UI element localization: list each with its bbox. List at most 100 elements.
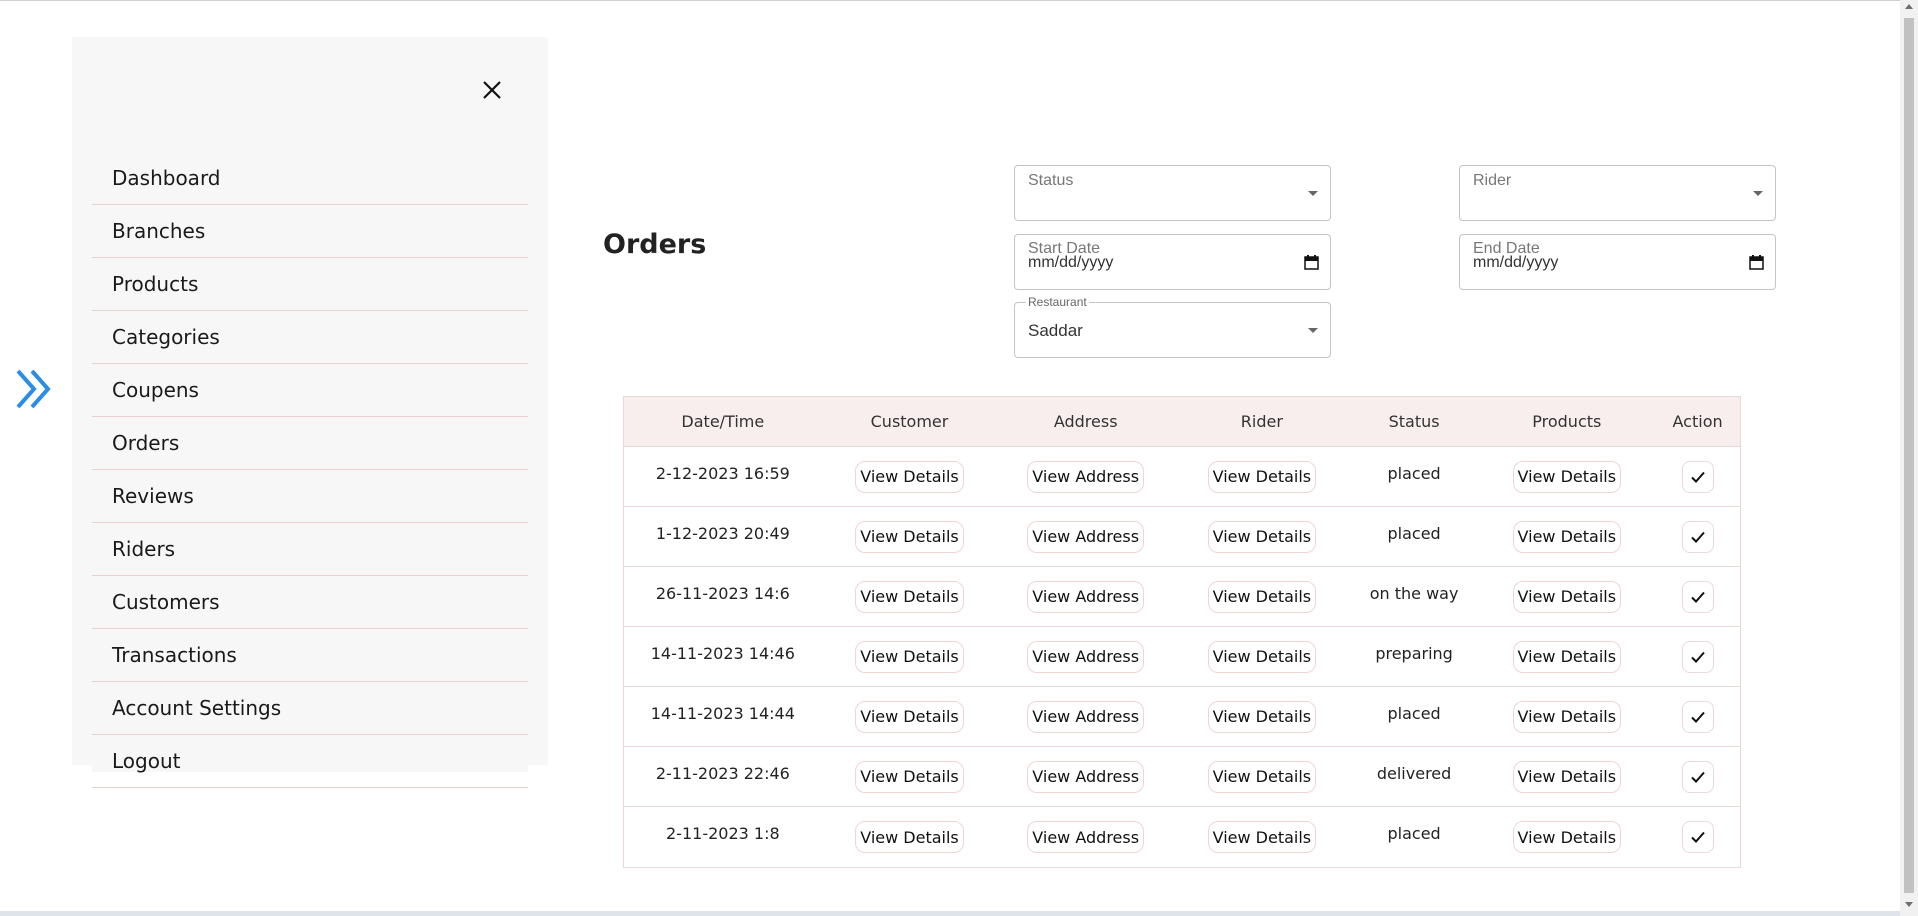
confirm-order-button[interactable] <box>1681 520 1714 553</box>
checkmark-icon <box>1690 471 1705 483</box>
cell-action <box>1655 567 1740 626</box>
view-products-details-button[interactable]: View Details <box>1512 700 1622 733</box>
view-customer-details-button[interactable]: View Details <box>855 760 964 793</box>
status-select[interactable]: Status <box>1014 165 1331 221</box>
view-products-details-button[interactable]: View Details <box>1512 520 1622 553</box>
view-address-button[interactable]: View Address <box>1027 460 1145 493</box>
table-row: 14-11-2023 14:46 View Details View Addre… <box>624 627 1740 687</box>
confirm-order-button[interactable] <box>1681 821 1714 853</box>
view-address-button[interactable]: View Address <box>1027 821 1145 853</box>
cell-address: View Address <box>997 687 1174 746</box>
cell-products: View Details <box>1478 447 1655 506</box>
view-rider-details-button[interactable]: View Details <box>1207 700 1317 733</box>
sidebar-item-customers[interactable]: Customers <box>92 576 528 629</box>
calendar-icon[interactable] <box>1304 255 1319 270</box>
end-date-input[interactable]: End Date mm/dd/yyyy <box>1459 234 1776 290</box>
confirm-order-button[interactable] <box>1681 640 1714 673</box>
view-rider-details-button[interactable]: View Details <box>1207 640 1317 673</box>
sidebar-item-dashboard[interactable]: Dashboard <box>92 151 528 205</box>
sidebar-item-products[interactable]: Products <box>92 258 528 311</box>
view-rider-details-button[interactable]: View Details <box>1207 460 1317 493</box>
close-sidebar-button[interactable] <box>476 74 508 106</box>
close-icon <box>483 81 501 99</box>
confirm-order-button[interactable] <box>1681 700 1714 733</box>
view-customer-details-button[interactable]: View Details <box>855 460 964 493</box>
view-address-button[interactable]: View Address <box>1027 700 1145 733</box>
checkmark-icon <box>1690 831 1705 843</box>
cell-products: View Details <box>1478 507 1655 566</box>
view-address-button[interactable]: View Address <box>1027 640 1145 673</box>
view-address-button[interactable]: View Address <box>1027 520 1145 553</box>
view-rider-details-button[interactable]: View Details <box>1207 821 1317 853</box>
cell-datetime: 2-11-2023 1:8 <box>666 824 780 843</box>
view-products-details-button[interactable]: View Details <box>1512 760 1622 793</box>
cell-rider: View Details <box>1174 627 1350 686</box>
scroll-down-arrow-icon[interactable] <box>1905 902 1913 907</box>
cell-products: View Details <box>1478 627 1655 686</box>
start-date-input[interactable]: Start Date mm/dd/yyyy <box>1014 234 1331 290</box>
view-products-details-button[interactable]: View Details <box>1512 460 1622 493</box>
restaurant-select-value: Saddar <box>1028 321 1083 340</box>
column-header-customer: Customer <box>870 412 949 431</box>
end-date-value: mm/dd/yyyy <box>1473 254 1559 271</box>
expand-sidebar-button[interactable] <box>14 365 56 413</box>
checkmark-icon <box>1690 651 1705 663</box>
restaurant-select[interactable]: Restaurant Saddar <box>1014 295 1331 358</box>
view-customer-details-button[interactable]: View Details <box>855 821 964 853</box>
sidebar-item-orders[interactable]: Orders <box>92 417 528 470</box>
view-products-details-button[interactable]: View Details <box>1512 640 1622 673</box>
sidebar-item-logout[interactable]: Logout <box>92 735 528 788</box>
view-address-button[interactable]: View Address <box>1027 760 1145 793</box>
scroll-up-arrow-icon[interactable] <box>1905 4 1913 9</box>
calendar-icon[interactable] <box>1749 255 1764 270</box>
start-date-value: mm/dd/yyyy <box>1028 254 1114 271</box>
sidebar-item-coupens[interactable]: Coupens <box>92 364 528 417</box>
cell-action <box>1655 687 1740 746</box>
view-address-button[interactable]: View Address <box>1027 580 1145 613</box>
top-border <box>0 0 1918 1</box>
sidebar-item-reviews[interactable]: Reviews <box>92 470 528 523</box>
sidebar-item-account-settings[interactable]: Account Settings <box>92 682 528 735</box>
dropdown-arrow-icon <box>1308 328 1318 333</box>
cell-rider: View Details <box>1174 747 1350 806</box>
page-scrollbar[interactable] <box>1900 0 1918 916</box>
view-rider-details-button[interactable]: View Details <box>1207 760 1317 793</box>
cell-products: View Details <box>1478 807 1655 867</box>
sidebar-item-categories[interactable]: Categories <box>92 311 528 364</box>
table-row: 2-12-2023 16:59 View Details View Addres… <box>624 447 1740 507</box>
column-header-rider: Rider <box>1240 412 1283 431</box>
column-header-status: Status <box>1388 412 1440 431</box>
page-title: Orders <box>603 229 707 260</box>
view-products-details-button[interactable]: View Details <box>1512 580 1622 613</box>
cell-action <box>1655 447 1740 506</box>
rider-select[interactable]: Rider <box>1459 165 1776 221</box>
view-customer-details-button[interactable]: View Details <box>855 700 964 733</box>
cell-action <box>1655 627 1740 686</box>
view-products-details-button[interactable]: View Details <box>1512 821 1622 853</box>
sidebar-item-riders[interactable]: Riders <box>92 523 528 576</box>
view-customer-details-button[interactable]: View Details <box>855 640 964 673</box>
checkmark-icon <box>1690 531 1705 543</box>
view-rider-details-button[interactable]: View Details <box>1207 520 1317 553</box>
cell-status: placed <box>1387 524 1441 543</box>
sidebar-item-transactions[interactable]: Transactions <box>92 629 528 682</box>
cell-customer: View Details <box>822 567 998 626</box>
confirm-order-button[interactable] <box>1681 760 1714 793</box>
table-row: 14-11-2023 14:44 View Details View Addre… <box>624 687 1740 747</box>
view-customer-details-button[interactable]: View Details <box>855 520 964 553</box>
table-row: 2-11-2023 1:8 View Details View Address … <box>624 807 1740 867</box>
view-customer-details-button[interactable]: View Details <box>855 580 964 613</box>
cell-address: View Address <box>997 567 1174 626</box>
scroll-thumb[interactable] <box>1904 18 1914 893</box>
cell-products: View Details <box>1478 747 1655 806</box>
double-chevron-right-icon <box>16 369 51 409</box>
table-row: 2-11-2023 22:46 View Details View Addres… <box>624 747 1740 807</box>
cell-address: View Address <box>997 807 1174 867</box>
confirm-order-button[interactable] <box>1681 580 1714 613</box>
bottom-border <box>0 911 1900 916</box>
confirm-order-button[interactable] <box>1681 460 1714 493</box>
table-row: 1-12-2023 20:49 View Details View Addres… <box>624 507 1740 567</box>
sidebar-item-branches[interactable]: Branches <box>92 205 528 258</box>
view-rider-details-button[interactable]: View Details <box>1207 580 1317 613</box>
checkmark-icon <box>1690 771 1705 783</box>
